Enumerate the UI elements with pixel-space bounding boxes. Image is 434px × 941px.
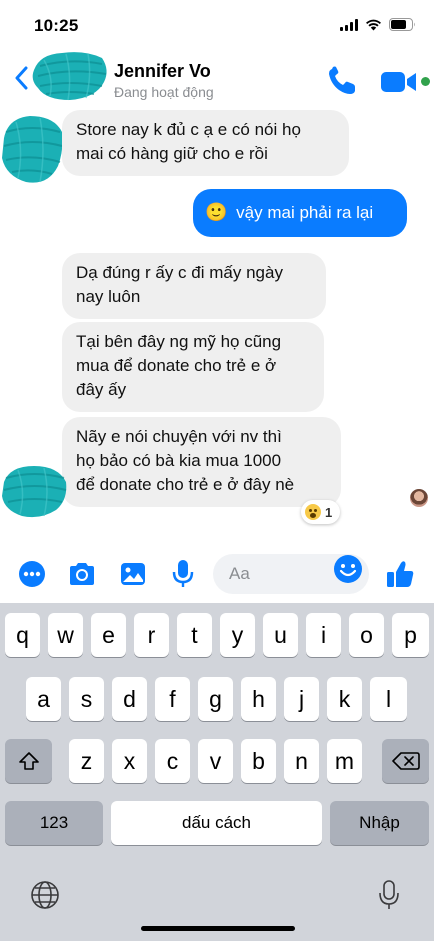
message-bubble-incoming[interactable]: Nãy e nói chuyện với nv thì họ bảo có bà… xyxy=(62,417,341,507)
delete-key[interactable] xyxy=(382,739,429,783)
signal-icon xyxy=(340,18,358,31)
status-icons xyxy=(340,18,416,31)
key-k[interactable]: k xyxy=(327,677,362,721)
key-s[interactable]: s xyxy=(69,677,104,721)
message-line: họ bảo có bà kia mua 1000 xyxy=(76,451,282,470)
shift-icon xyxy=(18,752,39,770)
phone-icon[interactable] xyxy=(326,66,358,96)
message-bubble-outgoing[interactable]: 🙂 vậy mai phải ra lại xyxy=(193,189,407,237)
message-line: đây ấy xyxy=(76,380,127,399)
backspace-icon xyxy=(391,752,420,770)
key-t[interactable]: t xyxy=(177,613,212,657)
shift-key[interactable] xyxy=(5,739,52,783)
message-bubble-incoming[interactable]: Store nay k đủ c ạ e có nói họ mai có hà… xyxy=(62,110,349,176)
key-h[interactable]: h xyxy=(241,677,276,721)
contact-status: Đang hoạt động xyxy=(114,84,214,100)
more-icon xyxy=(19,561,45,587)
return-key[interactable]: Nhập xyxy=(330,801,429,845)
key-y[interactable]: y xyxy=(220,613,255,657)
status-bar: 10:25 xyxy=(0,0,434,48)
key-p[interactable]: p xyxy=(392,613,429,657)
reaction-count: 1 xyxy=(325,504,333,520)
message-line: mai có hàng giữ cho e rồi xyxy=(76,144,268,163)
key-z[interactable]: z xyxy=(69,739,104,783)
message-composer xyxy=(0,546,434,602)
key-g[interactable]: g xyxy=(198,677,233,721)
key-b[interactable]: b xyxy=(241,739,276,783)
key-d[interactable]: d xyxy=(112,677,147,721)
key-n[interactable]: n xyxy=(284,739,319,783)
message-line: để donate cho trẻ e ở đây nè xyxy=(76,475,295,494)
battery-icon xyxy=(389,18,415,31)
key-a[interactable]: a xyxy=(26,677,61,721)
key-r[interactable]: r xyxy=(134,613,169,657)
video-camera-icon[interactable] xyxy=(380,68,418,96)
status-time: 10:25 xyxy=(34,16,79,35)
contact-avatar[interactable] xyxy=(0,462,68,520)
globe-icon[interactable] xyxy=(30,880,60,910)
key-c[interactable]: c xyxy=(155,739,190,783)
keyboard: q w e r t y u i o p a s d f g h j k l z … xyxy=(0,603,434,941)
camera-button[interactable] xyxy=(66,558,98,590)
dictation-microphone-icon[interactable] xyxy=(378,879,400,911)
wow-face-icon xyxy=(305,504,321,520)
contact-name[interactable]: Jennifer Vo xyxy=(114,61,211,82)
contact-avatar[interactable] xyxy=(30,48,110,104)
emoji-icon[interactable] xyxy=(333,554,363,584)
message-line: Dạ đúng r ấy c đi mấy ngày xyxy=(76,263,283,282)
key-i[interactable]: i xyxy=(306,613,341,657)
microphone-icon xyxy=(172,560,194,587)
message-text: vậy mai phải ra lại xyxy=(236,203,374,222)
space-key[interactable]: dấu cách xyxy=(111,801,322,845)
thumbs-up-icon xyxy=(387,561,414,587)
message-line: Nãy e nói chuyện với nv thì xyxy=(76,427,282,446)
key-v[interactable]: v xyxy=(198,739,233,783)
message-bubble-incoming[interactable]: Tại bên đây ng mỹ họ cũng mua để donate … xyxy=(62,322,324,412)
numbers-key[interactable]: 123 xyxy=(5,801,103,845)
message-reaction[interactable]: 1 xyxy=(301,500,341,524)
key-q[interactable]: q xyxy=(5,613,40,657)
chevron-left-icon xyxy=(15,66,28,90)
key-w[interactable]: w xyxy=(48,613,83,657)
key-f[interactable]: f xyxy=(155,677,190,721)
message-line: nay luôn xyxy=(76,287,141,306)
key-m[interactable]: m xyxy=(327,739,362,783)
message-input[interactable] xyxy=(229,554,329,594)
contact-avatar[interactable] xyxy=(0,110,64,190)
smile-emoji: 🙂 xyxy=(205,202,228,222)
like-button[interactable] xyxy=(384,558,416,590)
gallery-button[interactable] xyxy=(117,558,149,590)
microphone-button[interactable] xyxy=(167,558,199,590)
key-u[interactable]: u xyxy=(263,613,298,657)
key-l[interactable]: l xyxy=(370,677,407,721)
message-line: Tại bên đây ng mỹ họ cũng xyxy=(76,332,282,351)
seen-avatar xyxy=(410,489,428,507)
gallery-icon xyxy=(121,563,145,585)
wifi-icon xyxy=(366,19,381,31)
more-button[interactable] xyxy=(16,558,48,590)
message-line: Store nay k đủ c ạ e có nói họ xyxy=(76,120,301,139)
message-bubble-incoming[interactable]: Dạ đúng r ấy c đi mấy ngày nay luôn xyxy=(62,253,326,319)
message-line: mua để donate cho trẻ e ở xyxy=(76,356,277,375)
key-e[interactable]: e xyxy=(91,613,126,657)
chat-header: Jennifer Vo Đang hoạt động xyxy=(0,48,434,108)
camera-icon xyxy=(70,563,94,585)
key-j[interactable]: j xyxy=(284,677,319,721)
online-indicator xyxy=(421,77,430,86)
home-indicator[interactable] xyxy=(141,926,295,931)
key-o[interactable]: o xyxy=(349,613,384,657)
key-x[interactable]: x xyxy=(112,739,147,783)
